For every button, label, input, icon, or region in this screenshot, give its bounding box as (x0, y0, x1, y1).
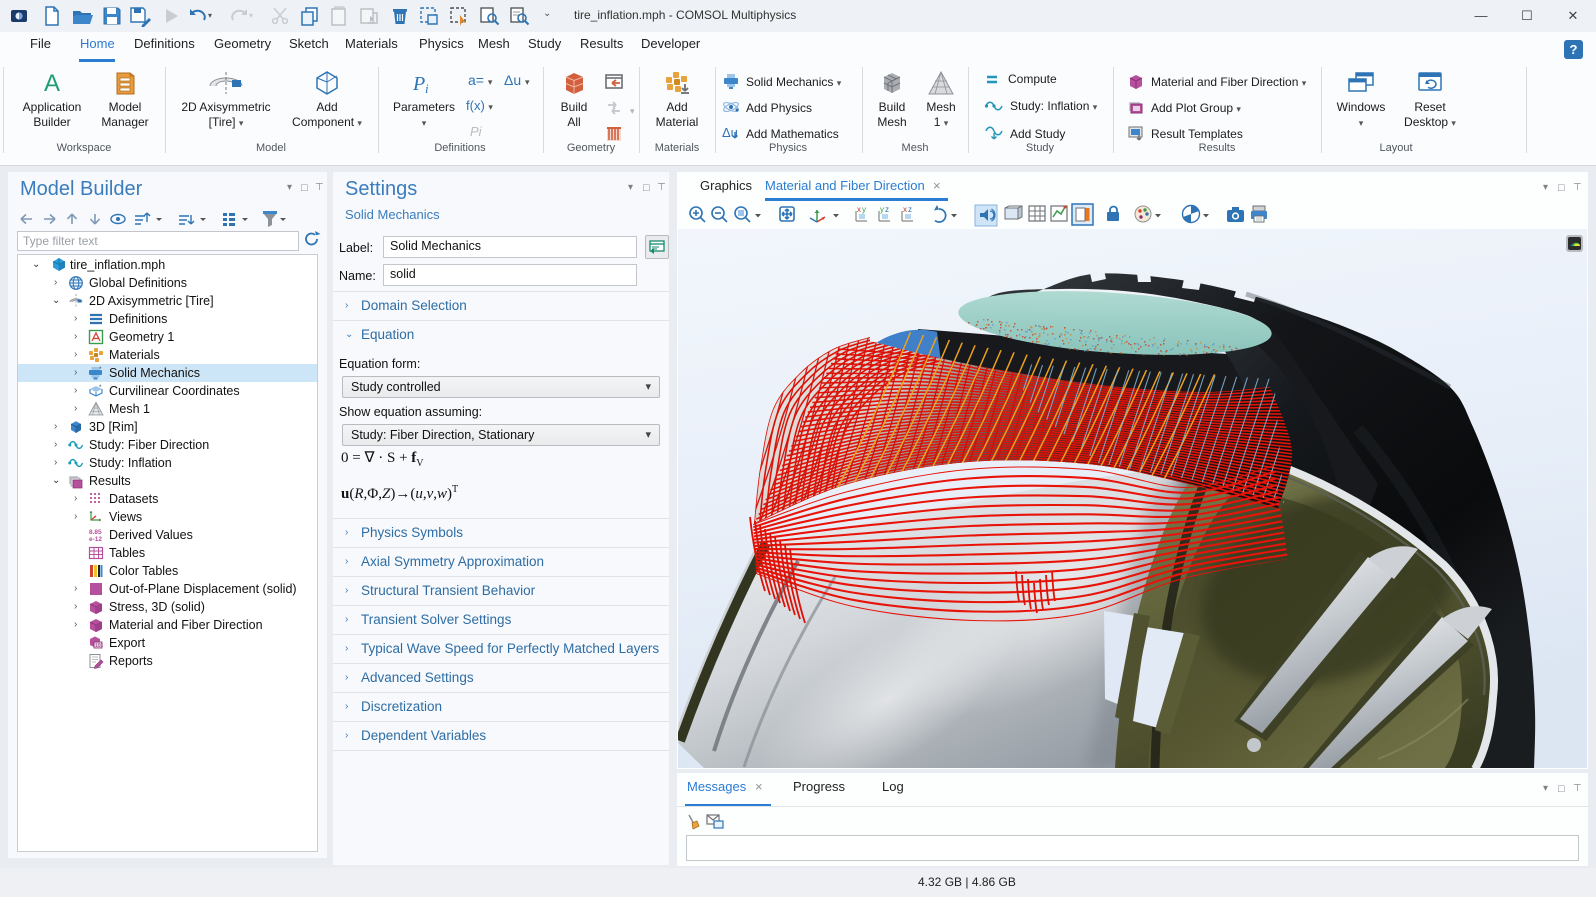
svg-text:z: z (885, 205, 889, 214)
svg-text:e-12: e-12 (89, 536, 102, 543)
svg-text:x: x (857, 205, 861, 214)
svg-text:A: A (44, 70, 60, 96)
svg-text:z: z (908, 205, 912, 214)
svg-text:y: y (880, 205, 884, 214)
svg-text:x: x (903, 205, 907, 214)
svg-text:101: 101 (95, 643, 104, 649)
svg-text:y: y (862, 205, 866, 214)
svg-text:8.85: 8.85 (89, 529, 102, 536)
svg-text:i: i (425, 81, 429, 96)
svg-text:P: P (412, 73, 425, 95)
